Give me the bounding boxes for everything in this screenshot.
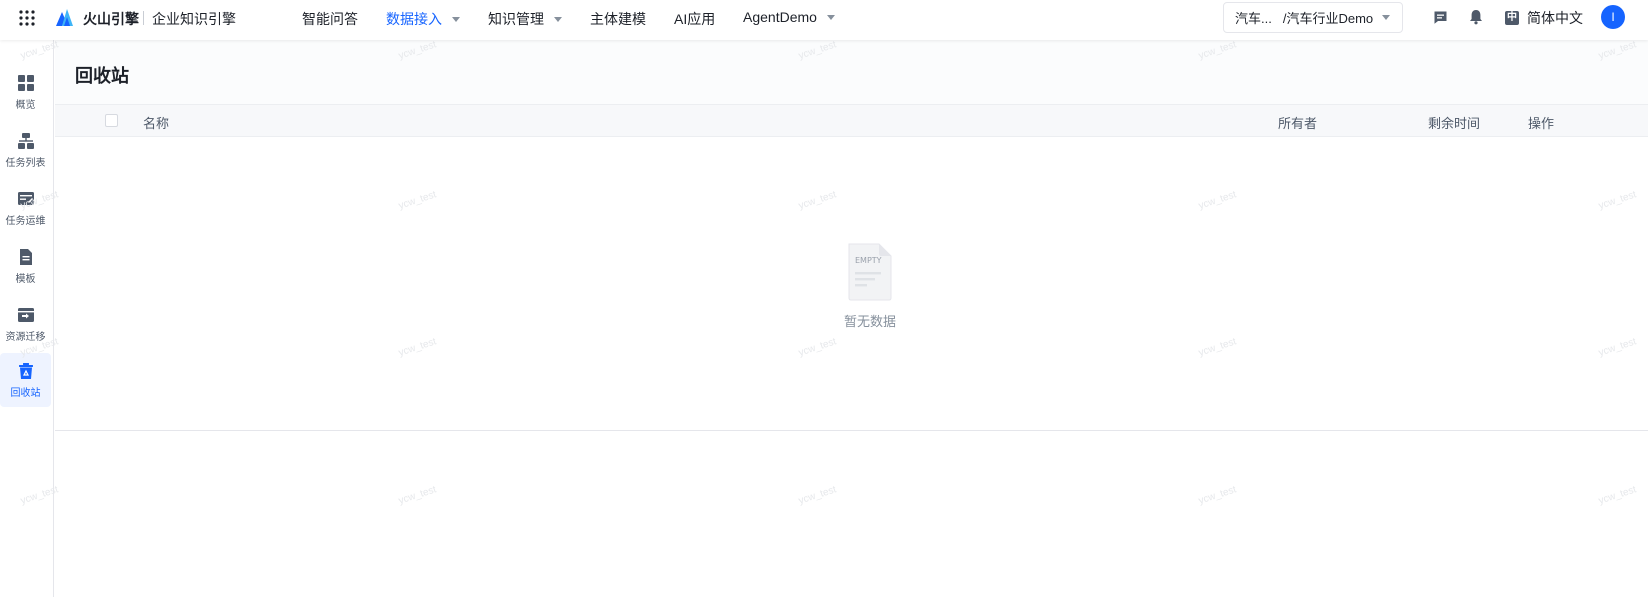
message-icon[interactable] [1433,10,1448,25]
migrate-icon [17,308,34,322]
nav-entity-modeling[interactable]: 主体建模 [590,9,646,29]
sidebar-item-label: 概览 [15,100,36,111]
grid-icon [17,75,34,91]
language-icon: 中 [1505,11,1519,25]
select-all-checkbox[interactable] [105,114,118,127]
sidebar-item-template[interactable]: 模板 [0,239,51,293]
sidebar-item-label: 资源迁移 [5,332,46,343]
nav-agent-demo[interactable]: AgentDemo [743,9,835,25]
table-header: 名称 所有者 剩余时间 操作 [55,104,1648,137]
nav-label: 智能问答 [302,11,358,27]
sidebar-item-overview[interactable]: 概览 [0,65,51,119]
caret-down-icon [1382,15,1390,20]
nav-label: 数据接入 [386,11,442,27]
sidebar-item-task-ops[interactable]: 任务运维 [0,181,51,235]
project-name: /汽车行业Demo [1282,11,1374,26]
caret-down-icon [554,17,562,22]
empty-file-icon: EMPTY [848,243,892,301]
column-header-actions: 操作 [1528,116,1555,131]
sidebar-item-task-list[interactable]: 任务列表 [0,123,51,177]
top-bar: 火山引擎 企业知识引擎 智能问答 数据接入 知识管理 主体建模 AI应用 Age… [0,0,1648,40]
language-switcher[interactable]: 中 简体中文 [1505,8,1583,28]
nav-label: AI应用 [674,11,716,27]
nav-data-ingestion[interactable]: 数据接入 [386,9,460,29]
ops-icon [17,192,34,205]
bell-icon[interactable] [1469,9,1483,25]
sidebar-item-label: 模板 [15,274,36,285]
column-header-remaining-time: 剩余时间 [1428,116,1481,131]
main-content: 回收站 名称 所有者 剩余时间 操作 EMPTY 暂无数据 [55,40,1648,597]
workspace-name: 汽车... [1235,11,1272,26]
apps-grid-icon[interactable] [18,9,36,27]
nav-label: AgentDemo [743,9,817,25]
nav-smart-qa[interactable]: 智能问答 [302,9,358,29]
user-avatar[interactable]: I [1601,5,1625,29]
empty-image-text: EMPTY [855,256,882,265]
sidebar-item-recycle-bin[interactable]: 回收站 [0,353,51,407]
recycle-bin-icon [18,363,33,379]
brand-name: 火山引擎 [83,11,139,27]
language-label: 简体中文 [1527,10,1583,26]
sidebar-item-resource-migration[interactable]: 资源迁移 [0,297,51,351]
template-icon [19,249,32,265]
table-body: EMPTY 暂无数据 [55,137,1648,431]
sidebar-item-label: 任务列表 [5,158,46,169]
nav-label: 知识管理 [488,11,544,27]
sidebar-item-label: 回收站 [10,388,41,399]
brand-divider [143,11,144,25]
empty-state: EMPTY 暂无数据 [830,243,910,330]
product-name: 企业知识引擎 [152,11,236,27]
project-select[interactable]: 汽车... /汽车行业Demo [1223,2,1403,33]
nav-label: 主体建模 [590,11,646,27]
volcano-logo-icon [56,9,73,26]
nav-ai-apps[interactable]: AI应用 [674,9,715,29]
page-title: 回收站 [75,66,129,86]
caret-down-icon [452,17,460,22]
page-header [55,40,1648,104]
sidebar: 概览 任务列表 任务运维 模板 资源迁移 回收站 [0,40,54,597]
column-header-owner: 所有者 [1278,116,1318,131]
caret-down-icon [826,15,835,20]
empty-text: 暂无数据 [843,314,896,329]
hierarchy-icon [17,133,34,149]
column-header-name: 名称 [143,116,170,131]
sidebar-item-label: 任务运维 [5,216,46,227]
nav-knowledge-management[interactable]: 知识管理 [488,9,562,29]
